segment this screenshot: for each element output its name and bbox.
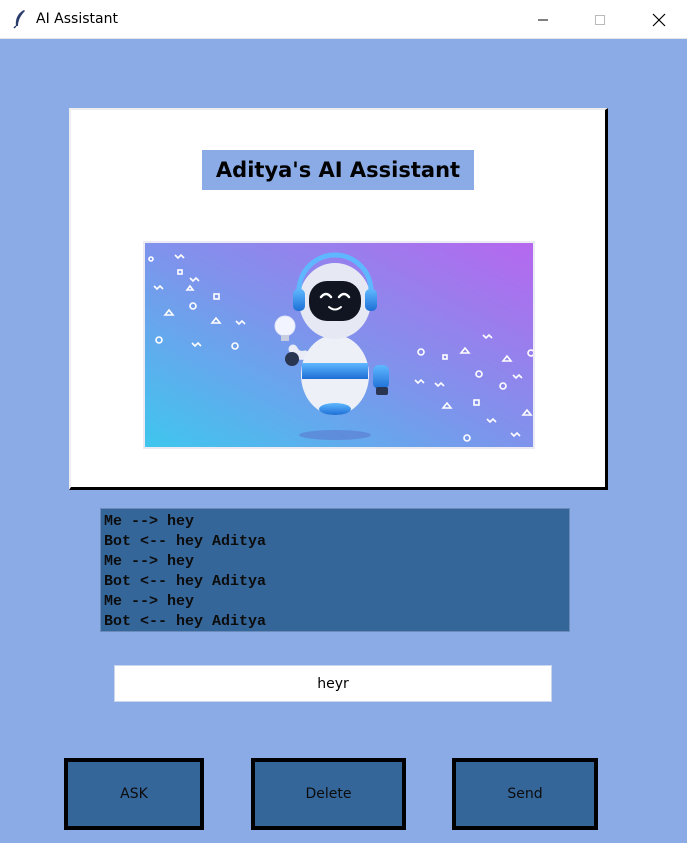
chat-line: Me --> hey xyxy=(104,593,195,610)
chat-line: Bot <-- hey Aditya xyxy=(104,613,267,630)
close-icon xyxy=(652,13,666,26)
robot-illustration xyxy=(143,241,535,449)
chat-line: Bot <-- hey Aditya xyxy=(104,573,267,590)
send-button[interactable]: Send xyxy=(452,758,598,830)
chat-line: Bot <-- hey Aditya xyxy=(104,533,267,550)
minimize-button[interactable] xyxy=(520,0,566,39)
chat-line: Me --> hey xyxy=(104,513,195,530)
maximize-button[interactable] xyxy=(577,0,623,39)
page-title: Aditya's AI Assistant xyxy=(202,150,474,190)
chat-log[interactable]: Me --> hey Bot <-- hey Aditya Me --> hey… xyxy=(100,508,570,632)
maximize-icon xyxy=(595,14,605,25)
message-input[interactable] xyxy=(114,665,552,702)
minimize-icon xyxy=(538,19,548,20)
window-title: AI Assistant xyxy=(36,11,118,27)
chat-line: Me --> hey xyxy=(104,553,195,570)
close-button[interactable] xyxy=(636,0,682,39)
ask-button[interactable]: ASK xyxy=(64,758,204,830)
delete-button[interactable]: Delete xyxy=(251,758,406,830)
title-bar: AI Assistant xyxy=(0,0,687,39)
feather-icon xyxy=(12,9,28,29)
